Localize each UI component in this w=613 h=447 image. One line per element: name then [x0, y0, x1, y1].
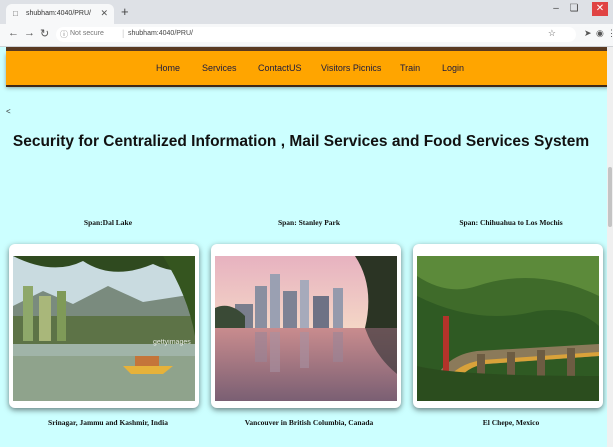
new-tab-icon[interactable]: + [121, 4, 129, 19]
card-stanley-park[interactable] [211, 244, 401, 408]
nav-home[interactable]: Home [156, 63, 180, 73]
el-chepe-image [417, 256, 599, 401]
minimize-icon[interactable]: – [548, 2, 564, 16]
span-label-chihuahua: Span: Chihuahua to Los Mochis [459, 218, 563, 227]
divider: | [122, 28, 125, 38]
page-scrollbar[interactable] [607, 47, 613, 447]
bookmark-star-icon[interactable]: ☆ [548, 28, 556, 39]
caption-dal-lake: Srinagar, Jammu and Kashmir, India [48, 418, 168, 427]
scrollbar-thumb[interactable] [608, 167, 612, 227]
nav-contactus[interactable]: ContactUS [258, 63, 302, 73]
tab-title: shubham:4040/PRU/ [26, 10, 91, 17]
web-page: Home Services ContactUS Visitors Picnics… [0, 47, 613, 447]
top-nav: Home Services ContactUS Visitors Picnics… [6, 51, 610, 85]
browser-tab[interactable]: □ shubham:4040/PRU/ ✕ [6, 4, 114, 24]
window-close-icon[interactable]: ✕ [592, 2, 608, 16]
url-text[interactable]: shubham:4040/PRU/ [128, 30, 193, 37]
reload-icon[interactable]: ↻ [40, 27, 49, 40]
extension-icon[interactable]: ➤ [584, 28, 592, 39]
browser-toolbar: ← → ↻ ⓘ Not secure | shubham:4040/PRU/ ☆… [0, 24, 613, 47]
info-icon[interactable]: ⓘ [60, 29, 68, 40]
forward-icon[interactable]: → [24, 27, 35, 39]
card-dal-lake[interactable]: gettyimages [9, 244, 199, 408]
nav-visitors-picnics[interactable]: Visitors Picnics [321, 63, 381, 73]
tab-close-icon[interactable]: ✕ [100, 8, 108, 19]
address-bar[interactable]: ⓘ Not secure | shubham:4040/PRU/ ☆ [56, 27, 576, 42]
page-icon: □ [13, 9, 18, 18]
menu-icon[interactable]: ⋮ [607, 28, 613, 39]
back-arrow[interactable]: < [6, 107, 11, 116]
stanley-park-image [215, 256, 397, 401]
caption-el-chepe: El Chepe, Mexico [482, 418, 540, 427]
page-title: Security for Centralized Information , M… [12, 133, 590, 150]
restore-icon[interactable]: ❏ [566, 2, 582, 16]
card-el-chepe[interactable] [413, 244, 603, 408]
nav-login[interactable]: Login [442, 63, 464, 73]
nav-services[interactable]: Services [202, 63, 237, 73]
span-label-stanley-park: Span: Stanley Park [277, 218, 341, 227]
span-label-dal-lake: Span:Dal Lake [83, 218, 133, 227]
profile-icon[interactable]: ◉ [596, 28, 604, 39]
dal-lake-image: gettyimages [13, 256, 195, 401]
caption-stanley-park: Vancouver in British Columbia, Canada [244, 418, 374, 427]
security-status: Not secure [70, 30, 104, 37]
getty-watermark: gettyimages [153, 339, 191, 346]
nav-train[interactable]: Train [400, 63, 420, 73]
back-icon[interactable]: ← [8, 27, 19, 39]
browser-titlebar: □ shubham:4040/PRU/ ✕ + – ❏ ✕ [0, 0, 613, 24]
